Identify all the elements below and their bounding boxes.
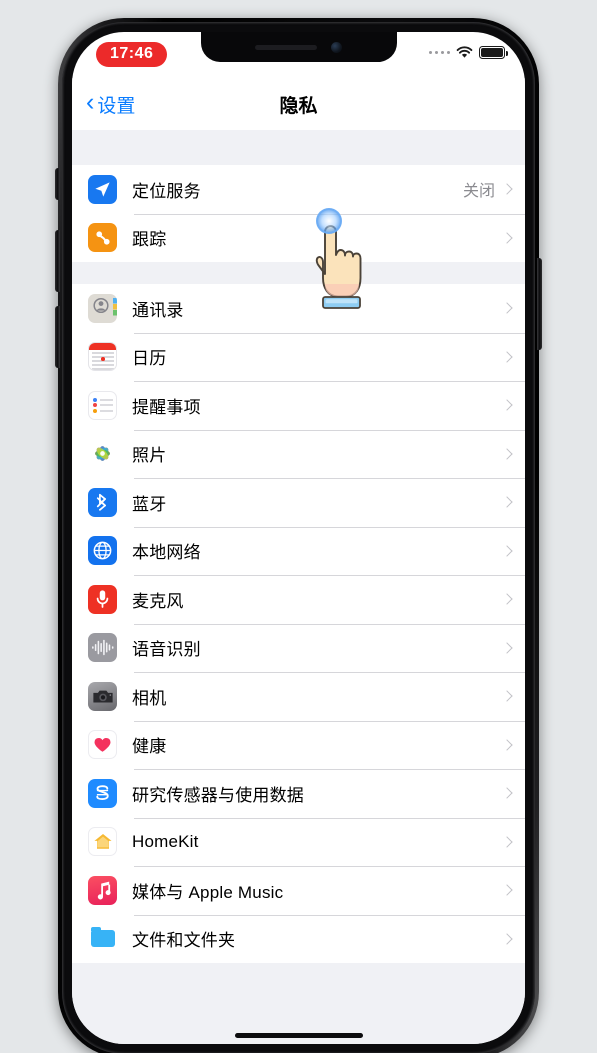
row-microphone[interactable]: 麦克风 — [72, 575, 525, 624]
local-network-icon — [88, 536, 117, 566]
chevron-right-icon — [501, 884, 513, 896]
row-photos[interactable]: 照片 — [72, 429, 525, 478]
speaker-grille-icon — [255, 44, 317, 50]
cellular-dots-icon — [428, 50, 450, 55]
location-arrow-icon — [88, 174, 117, 204]
back-button-settings[interactable]: ‹ 设置 — [86, 88, 136, 118]
row-speech-recognition[interactable]: 语音识别 — [72, 623, 525, 672]
chevron-left-icon: ‹ — [86, 88, 95, 116]
phone-screen: 17:46 ‹ 设置 隐私 定位服务 关闭 跟踪 通讯录 日历 提醒事项 照片 … — [72, 32, 525, 1044]
notch — [200, 32, 397, 62]
row-label: 语音识别 — [132, 640, 201, 660]
reminders-icon — [88, 390, 117, 420]
chevron-right-icon — [501, 690, 513, 702]
chevron-right-icon — [501, 836, 513, 848]
contacts-icon — [88, 293, 117, 323]
health-icon — [88, 730, 117, 760]
row-label: HomeKit — [132, 831, 199, 851]
list-top-spacer — [72, 130, 525, 165]
row-value-location-state: 关闭 — [462, 183, 495, 201]
speech-recognition-icon — [88, 633, 117, 663]
battery-full-icon — [479, 46, 508, 59]
back-button-label: 设置 — [97, 95, 136, 117]
silent-switch[interactable] — [55, 168, 60, 200]
row-contacts[interactable]: 通讯录 — [72, 284, 525, 333]
power-button[interactable] — [537, 258, 542, 350]
row-media-apple-music[interactable]: 媒体与 Apple Music — [72, 866, 525, 915]
chevron-right-icon — [501, 399, 513, 411]
chevron-right-icon — [501, 933, 513, 945]
phone-device-frame: 17:46 ‹ 设置 隐私 定位服务 关闭 跟踪 通讯录 日历 提醒事项 照片 … — [55, 18, 542, 1053]
files-folder-icon — [88, 924, 117, 954]
chevron-right-icon — [501, 232, 513, 244]
settings-group-primary: 定位服务 关闭 跟踪 — [72, 165, 525, 262]
chevron-right-icon — [501, 302, 513, 314]
status-time-recording-badge: 17:46 — [96, 42, 168, 67]
bluetooth-icon — [88, 487, 117, 517]
row-camera[interactable]: 相机 — [72, 672, 525, 721]
settings-group-app-permissions: 通讯录 日历 提醒事项 照片 蓝牙 本地网络 麦克风 语音识别 相机 健康 研究… — [72, 284, 525, 963]
row-tracking[interactable]: 跟踪 — [72, 213, 525, 262]
row-calendar[interactable]: 日历 — [72, 332, 525, 381]
chevron-right-icon — [501, 448, 513, 460]
row-bluetooth[interactable]: 蓝牙 — [72, 478, 525, 527]
photos-icon — [88, 439, 117, 469]
chevron-right-icon — [501, 739, 513, 751]
row-reminders[interactable]: 提醒事项 — [72, 381, 525, 430]
row-location-services[interactable]: 定位服务 关闭 — [72, 165, 525, 214]
home-indicator — [234, 1033, 363, 1038]
row-label: 定位服务 — [132, 181, 201, 201]
front-camera-icon — [331, 41, 342, 53]
chevron-right-icon — [501, 183, 513, 195]
homekit-icon — [88, 827, 117, 857]
chevron-right-icon — [501, 545, 513, 557]
row-label: 通讯录 — [132, 300, 184, 320]
chevron-right-icon — [501, 496, 513, 508]
calendar-icon — [88, 342, 117, 372]
apple-music-icon — [88, 875, 117, 905]
navigation-bar: ‹ 设置 隐私 — [72, 78, 525, 130]
row-label: 提醒事项 — [132, 397, 201, 417]
row-label: 日历 — [132, 349, 167, 369]
chevron-right-icon — [501, 351, 513, 363]
row-label: 研究传感器与使用数据 — [132, 785, 304, 805]
row-label: 麦克风 — [132, 591, 184, 611]
microphone-icon — [88, 584, 117, 614]
camera-icon — [88, 681, 117, 711]
row-label: 媒体与 Apple Music — [132, 882, 284, 902]
chevron-right-icon — [501, 787, 513, 799]
tracking-icon — [88, 223, 117, 253]
row-files-and-folders[interactable]: 文件和文件夹 — [72, 914, 525, 963]
research-sensor-icon — [88, 778, 117, 808]
settings-list[interactable]: 定位服务 关闭 跟踪 通讯录 日历 提醒事项 照片 蓝牙 本地网络 麦克风 语音… — [72, 130, 525, 1044]
chevron-right-icon — [501, 593, 513, 605]
group-separator-spacer — [72, 262, 525, 284]
chevron-right-icon — [501, 642, 513, 654]
row-label: 相机 — [132, 688, 167, 708]
row-label: 本地网络 — [132, 543, 201, 563]
row-label: 健康 — [132, 737, 167, 757]
row-label: 蓝牙 — [132, 494, 167, 514]
row-health[interactable]: 健康 — [72, 720, 525, 769]
status-indicators — [428, 46, 508, 59]
row-research-sensor[interactable]: 研究传感器与使用数据 — [72, 769, 525, 818]
volume-down-button[interactable] — [55, 306, 60, 368]
row-label: 照片 — [132, 446, 167, 466]
row-label: 跟踪 — [132, 230, 167, 250]
row-homekit[interactable]: HomeKit — [72, 817, 525, 866]
page-title: 隐私 — [279, 95, 318, 117]
row-label: 文件和文件夹 — [132, 931, 236, 951]
volume-up-button[interactable] — [55, 230, 60, 292]
row-local-network[interactable]: 本地网络 — [72, 526, 525, 575]
wifi-icon — [456, 46, 473, 58]
